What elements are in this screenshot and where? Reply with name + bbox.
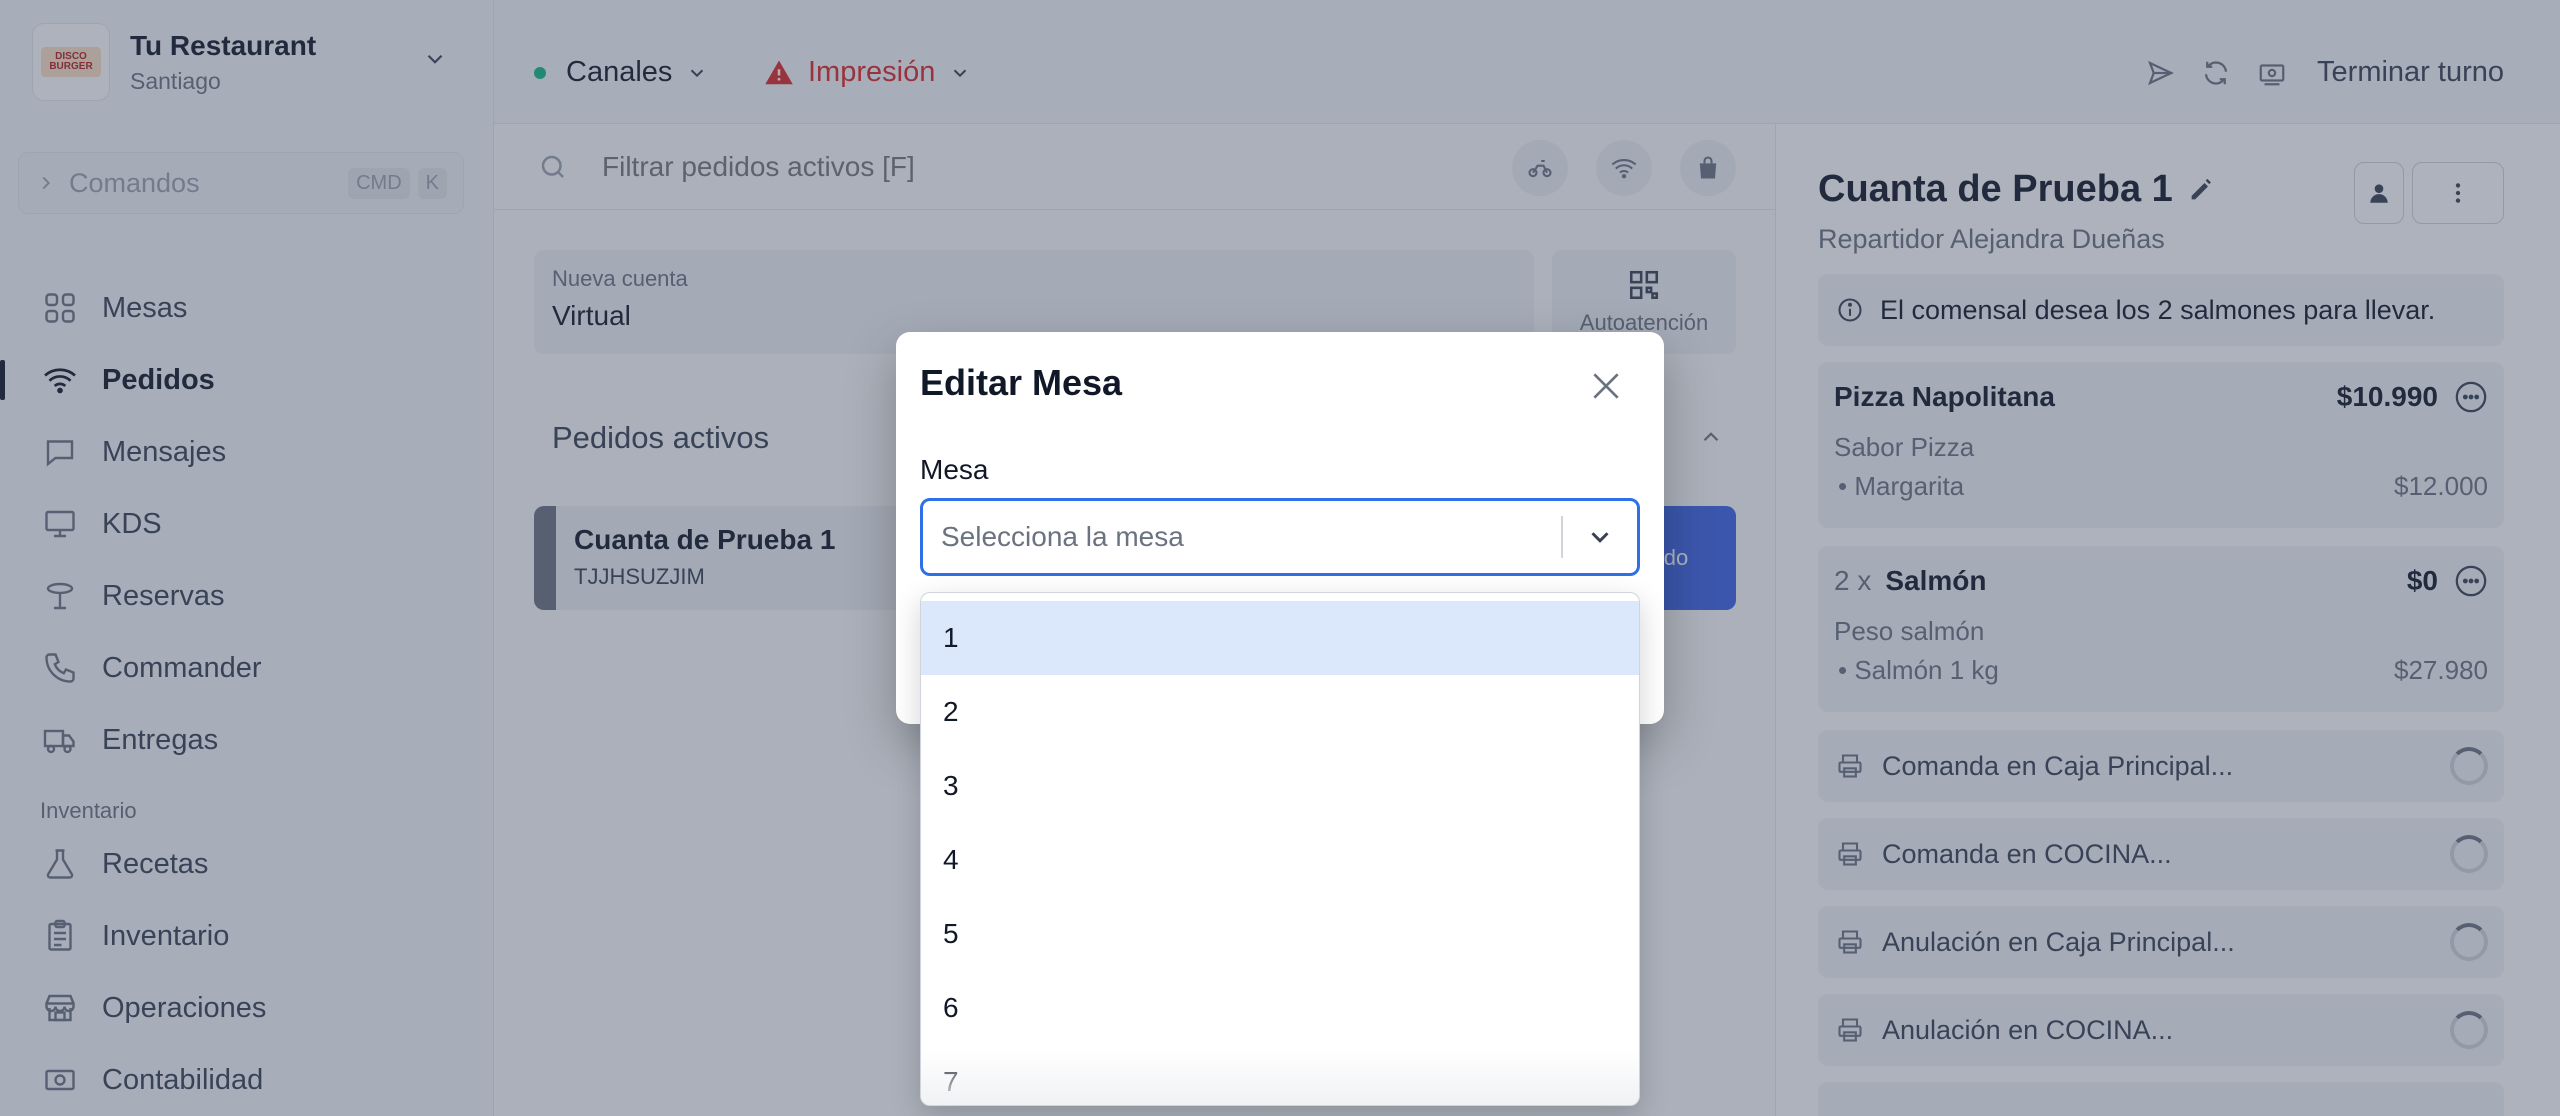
select-dropdown-toggle[interactable] [1563,501,1637,573]
mesa-select-input[interactable] [923,521,1561,553]
mesa-option-3[interactable]: 3 [921,749,1639,823]
chevron-down-icon [1591,532,1609,543]
mesa-option-6[interactable]: 6 [921,971,1639,1045]
dialog-title: Editar Mesa [920,362,1123,403]
app: DISCO BURGER Tu Restaurant Santiago Coma… [0,0,2560,1116]
mesa-field-label: Mesa [920,454,989,485]
mesa-option-4[interactable]: 4 [921,823,1639,897]
mesa-option-2[interactable]: 2 [921,675,1639,749]
mesa-select[interactable] [920,498,1640,576]
mesa-option-5[interactable]: 5 [921,897,1639,971]
mesa-option-7[interactable]: 7 [921,1045,1639,1105]
mesa-options-list[interactable]: 1 2 3 4 5 6 7 [920,592,1640,1106]
mesa-option-1[interactable]: 1 [921,601,1639,675]
close-icon[interactable] [1586,366,1626,406]
